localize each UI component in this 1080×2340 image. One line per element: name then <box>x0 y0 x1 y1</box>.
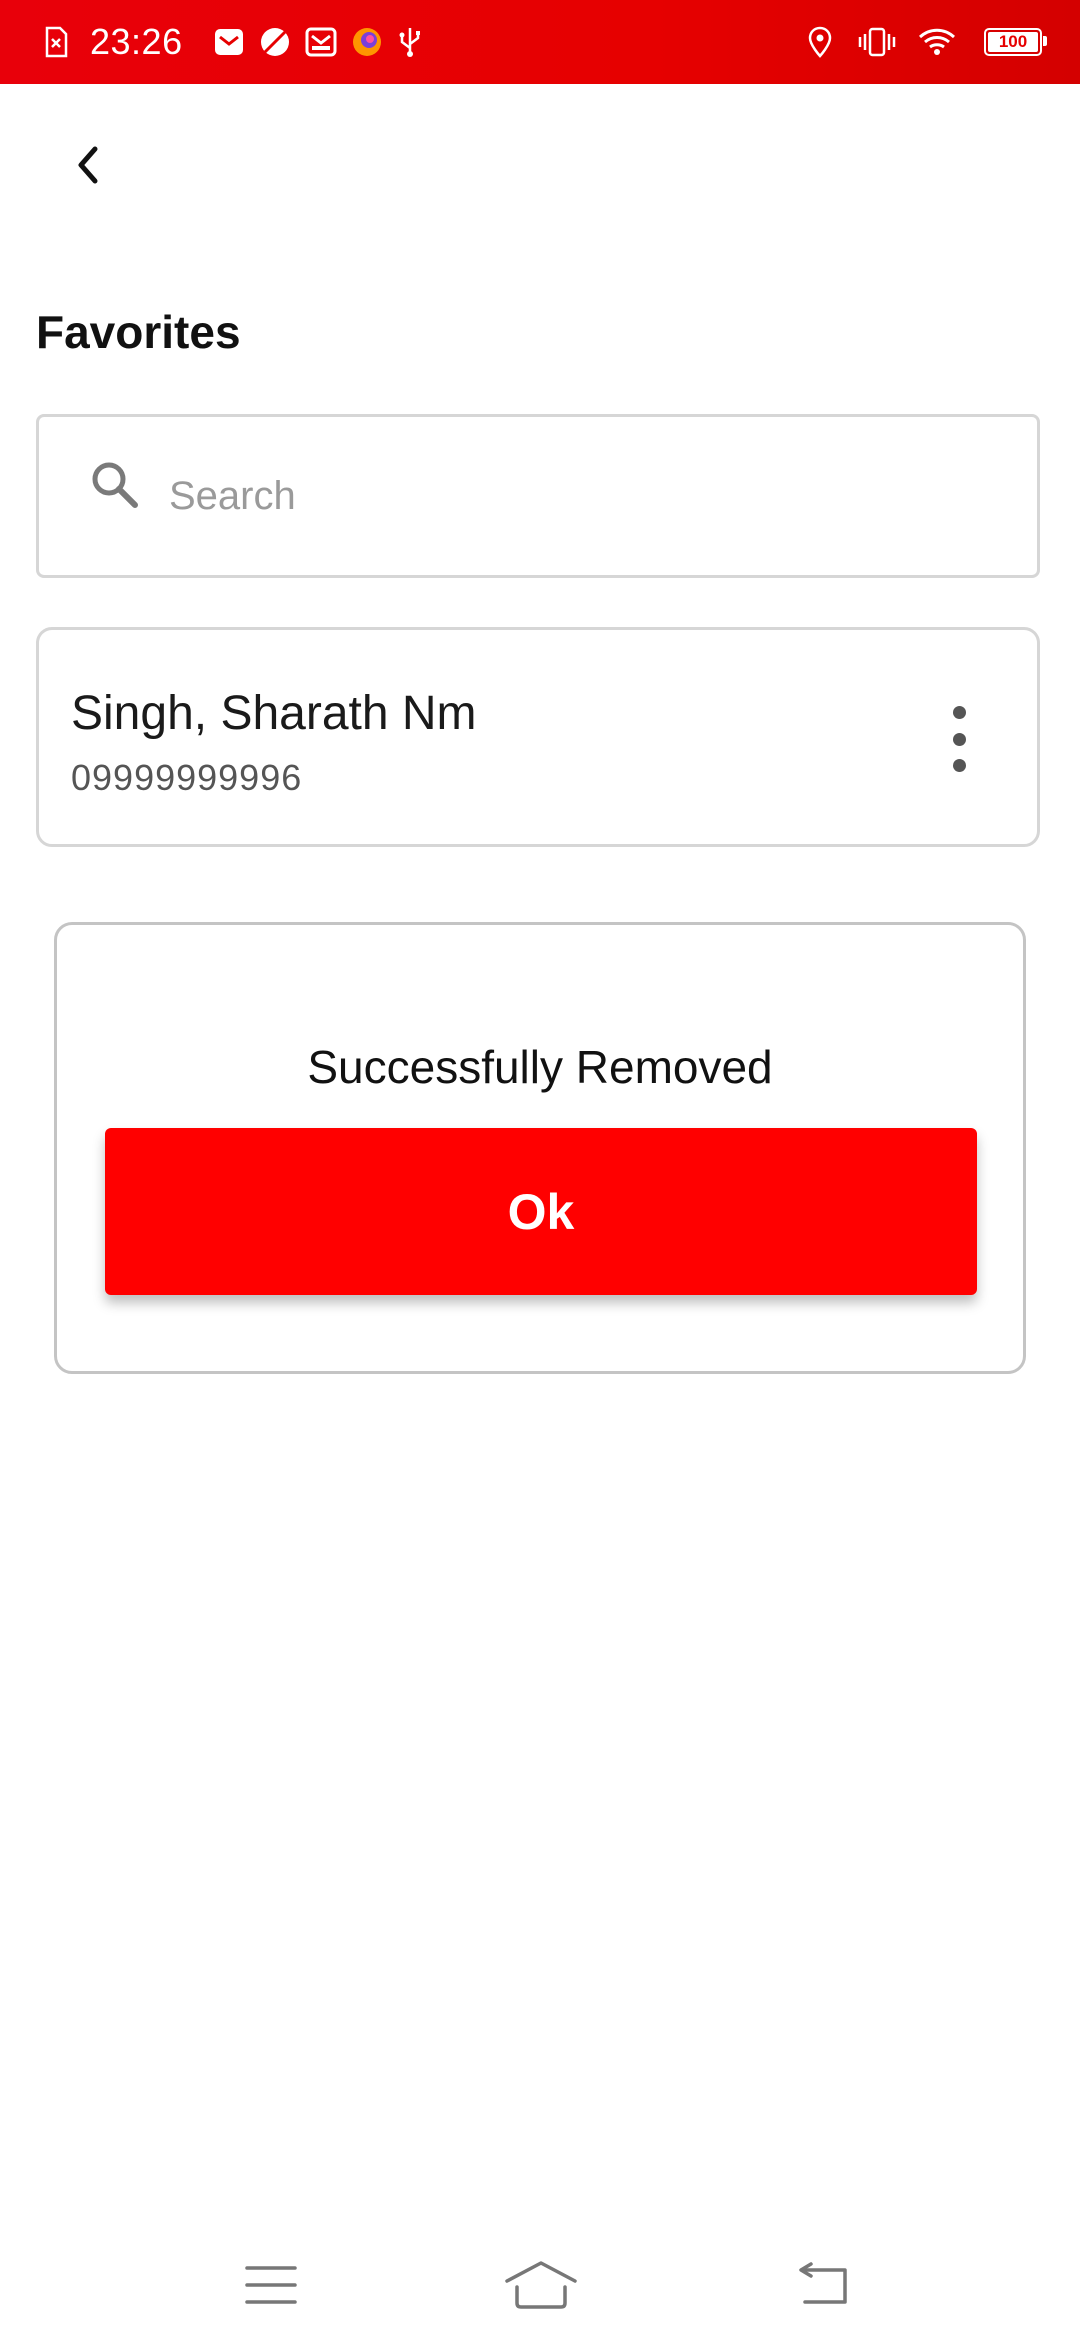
status-time: 23:26 <box>90 21 183 62</box>
wifi-icon <box>918 27 956 57</box>
chevron-left-icon <box>78 146 98 184</box>
search-input[interactable] <box>167 463 991 529</box>
menu-dot <box>952 759 966 772</box>
page-title: Favorites <box>36 306 241 358</box>
system-nav-bar <box>0 2230 1080 2340</box>
search-icon <box>92 462 138 508</box>
battery-icon: 100 <box>984 28 1047 56</box>
ok-button[interactable]: Ok <box>105 1128 977 1295</box>
dialog-message: Successfully Removed <box>307 1041 773 1093</box>
menu-dot <box>952 706 966 719</box>
back-button[interactable] <box>58 135 118 195</box>
status-bar-right: 100 <box>808 0 1047 84</box>
menu-icon[interactable] <box>226 2250 316 2320</box>
contact-name: Singh, Sharath Nm <box>71 687 477 740</box>
contact-phone: 09999999996 <box>71 757 303 798</box>
message-app-icon <box>305 27 337 57</box>
usb-icon <box>397 26 423 58</box>
status-bar-left: 23:26 <box>44 0 437 84</box>
more-vertical-icon[interactable] <box>939 706 979 772</box>
vibrate-icon <box>858 26 896 58</box>
location-icon <box>808 26 832 58</box>
contact-card[interactable]: Singh, Sharath Nm 09999999996 <box>36 627 1040 847</box>
sim-error-icon <box>44 26 68 58</box>
battery-level-text: 100 <box>998 32 1028 51</box>
firefox-icon <box>351 26 383 58</box>
leaf-app-icon <box>259 26 291 58</box>
status-bar: 23:26 100 <box>0 0 1080 84</box>
success-dialog: Successfully Removed Ok <box>54 922 1026 1374</box>
search-box[interactable] <box>36 414 1040 578</box>
back-nav-icon[interactable] <box>778 2250 868 2320</box>
menu-dot <box>952 732 966 746</box>
mail-app-icon <box>213 27 245 57</box>
home-icon[interactable] <box>496 2250 586 2320</box>
